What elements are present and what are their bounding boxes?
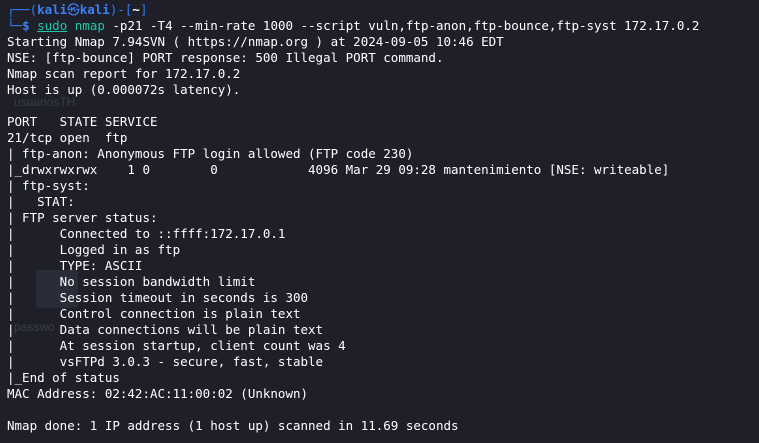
output-line: Starting Nmap 7.94SVN ( https://nmap.org…	[7, 34, 504, 49]
output-line: |_End of status	[7, 370, 120, 385]
output-line: 21/tcp open ftp	[7, 130, 128, 145]
prompt-frame-top: ┌──(	[7, 2, 38, 17]
output-line: |_drwxrwxrwx 1 0 0 4096 Mar 29 09:28 man…	[7, 162, 670, 177]
nmap-output: Starting Nmap 7.94SVN ( https://nmap.org…	[7, 34, 759, 434]
output-line: | Data connections will be plain text	[7, 322, 324, 337]
output-line: | FTP server status:	[7, 210, 158, 225]
output-line: | At session startup, client count was 4	[7, 338, 346, 353]
terminal-window[interactable]: usuariosTH passwo ┌──(kali㉿kali)-[~] └─$…	[0, 0, 759, 443]
command-nmap: nmap	[74, 18, 105, 33]
output-line: Nmap scan report for 172.17.0.2	[7, 66, 241, 81]
prompt-dir: ~	[132, 2, 140, 17]
prompt-host: kali	[79, 2, 110, 17]
command-arguments: -p21 -T4 --min-rate 1000 --script vuln,f…	[104, 18, 700, 33]
output-line: | vsFTPd 3.0.3 - secure, fast, stable	[7, 354, 324, 369]
output-line: NSE: [ftp-bounce] PORT response: 500 Ill…	[7, 50, 444, 65]
output-line: | ftp-anon: Anonymous FTP login allowed …	[7, 146, 414, 161]
prompt-dir-open: )-[	[109, 2, 133, 17]
prompt-dir-close: ]	[139, 2, 148, 17]
output-line: Host is up (0.000072s latency).	[7, 82, 241, 97]
output-line: MAC Address: 02:42:AC:11:00:02 (Unknown)	[7, 386, 309, 401]
output-line: | STAT:	[7, 194, 83, 209]
prompt-top-line: ┌──(kali㉿kali)-[~]	[7, 2, 759, 18]
output-line: | Connected to ::ffff:172.17.0.1	[7, 226, 286, 241]
output-line: PORT STATE SERVICE	[7, 114, 158, 129]
output-line: Nmap done: 1 IP address (1 host up) scan…	[7, 418, 459, 433]
output-line: | Session timeout in seconds is 300	[7, 290, 309, 305]
command-line[interactable]: └─$ sudo nmap -p21 -T4 --min-rate 1000 -…	[7, 18, 759, 34]
prompt-dollar: $	[22, 18, 30, 33]
output-line: | Control connection is plain text	[7, 306, 301, 321]
terminal-output: ┌──(kali㉿kali)-[~] └─$ sudo nmap -p21 -T…	[7, 2, 759, 434]
output-line: | Logged in as ftp	[7, 242, 181, 257]
command-sudo: sudo	[37, 18, 68, 33]
output-line: | ftp-syst:	[7, 178, 98, 193]
output-line: | No session bandwidth limit	[7, 274, 256, 289]
prompt-frame-bottom: └─	[7, 18, 23, 33]
prompt-skull-icon: ㉿	[67, 2, 80, 17]
output-line: | TYPE: ASCII	[7, 258, 143, 273]
prompt-user: kali	[37, 2, 68, 17]
